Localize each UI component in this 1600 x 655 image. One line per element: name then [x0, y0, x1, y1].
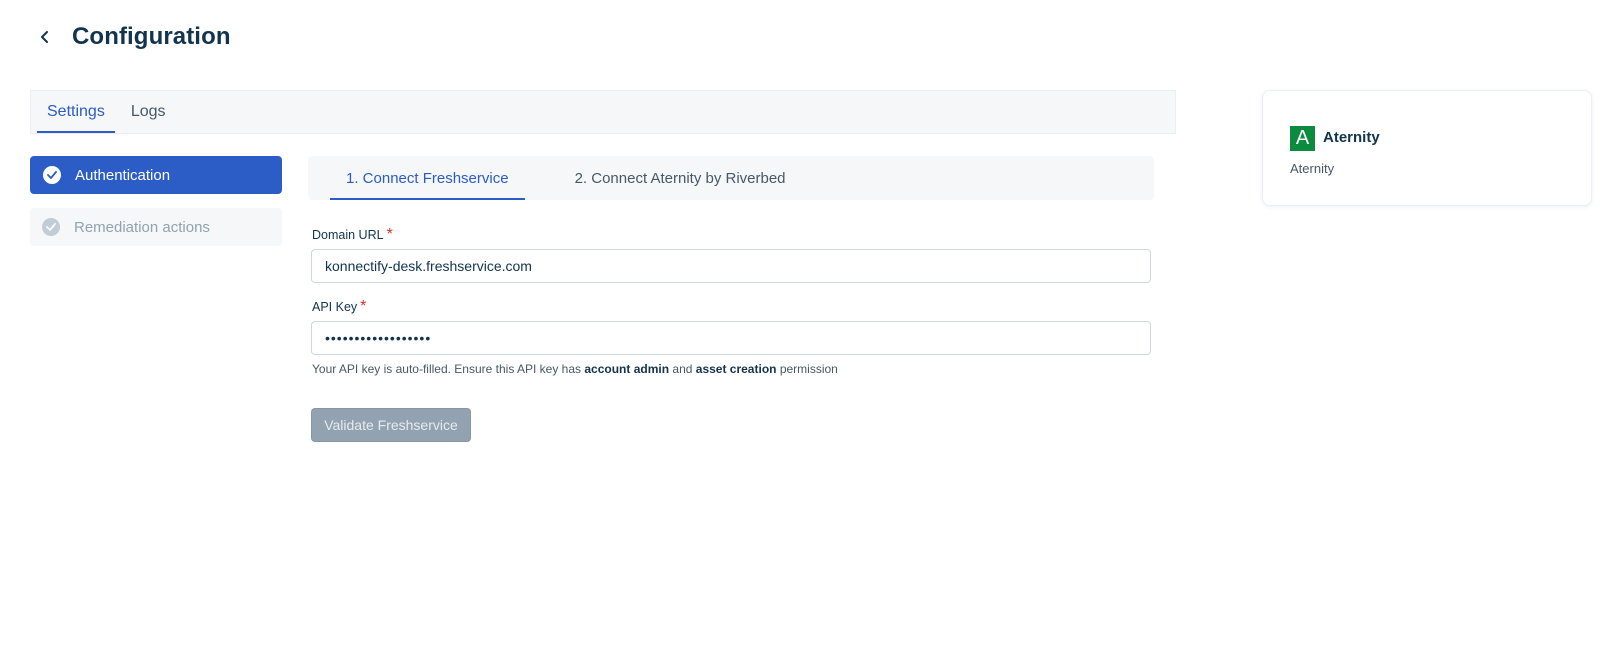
chevron-left-icon — [41, 31, 48, 43]
nav-item-label: Remediation actions — [74, 218, 210, 236]
api-key-label: API Key — [312, 300, 358, 314]
nav-item-remediation-actions[interactable]: Remediation actions — [30, 208, 282, 246]
api-key-label-row: API Key * — [308, 298, 366, 316]
top-tab-bar: Settings Logs — [30, 90, 1176, 134]
app-name: Aternity — [1323, 129, 1380, 146]
settings-side-nav: Authentication Remediation actions — [30, 156, 282, 260]
help-text-part: and — [669, 362, 696, 376]
domain-url-input[interactable] — [311, 249, 1151, 283]
api-key-input[interactable] — [311, 321, 1151, 355]
tab-settings[interactable]: Settings — [37, 91, 115, 133]
tab-logs[interactable]: Logs — [121, 91, 176, 133]
help-text-bold: asset creation — [695, 362, 777, 376]
page-header: Configuration — [30, 22, 231, 52]
domain-url-label: Domain URL — [312, 228, 384, 242]
help-text-bold: account admin — [584, 362, 670, 376]
authentication-form: 1. Connect Freshservice 2. Connect Atern… — [308, 156, 1154, 442]
step-tabs: 1. Connect Freshservice 2. Connect Atern… — [308, 156, 1154, 200]
required-mark: * — [360, 298, 367, 315]
app-subtitle: Aternity — [1290, 161, 1335, 176]
nav-item-authentication[interactable]: Authentication — [30, 156, 282, 194]
tab-connect-aternity[interactable]: 2. Connect Aternity by Riverbed — [559, 156, 802, 200]
help-text-part: Your API key is auto-filled. Ensure this… — [312, 362, 585, 376]
app-info-card: A Aternity Aternity — [1262, 90, 1592, 206]
back-button[interactable] — [30, 22, 60, 52]
validate-freshservice-button[interactable]: Validate Freshservice — [311, 408, 471, 442]
api-key-help-text: Your API key is auto-filled. Ensure this… — [312, 362, 838, 376]
nav-item-label: Authentication — [75, 166, 171, 184]
aternity-logo: A — [1290, 126, 1315, 151]
domain-url-label-row: Domain URL * — [308, 226, 393, 244]
page-title: Configuration — [72, 23, 231, 50]
tab-connect-freshservice[interactable]: 1. Connect Freshservice — [330, 156, 525, 200]
required-mark: * — [386, 226, 393, 243]
help-text-part: permission — [776, 362, 838, 376]
check-circle-icon — [42, 218, 60, 236]
check-circle-icon — [43, 166, 61, 184]
